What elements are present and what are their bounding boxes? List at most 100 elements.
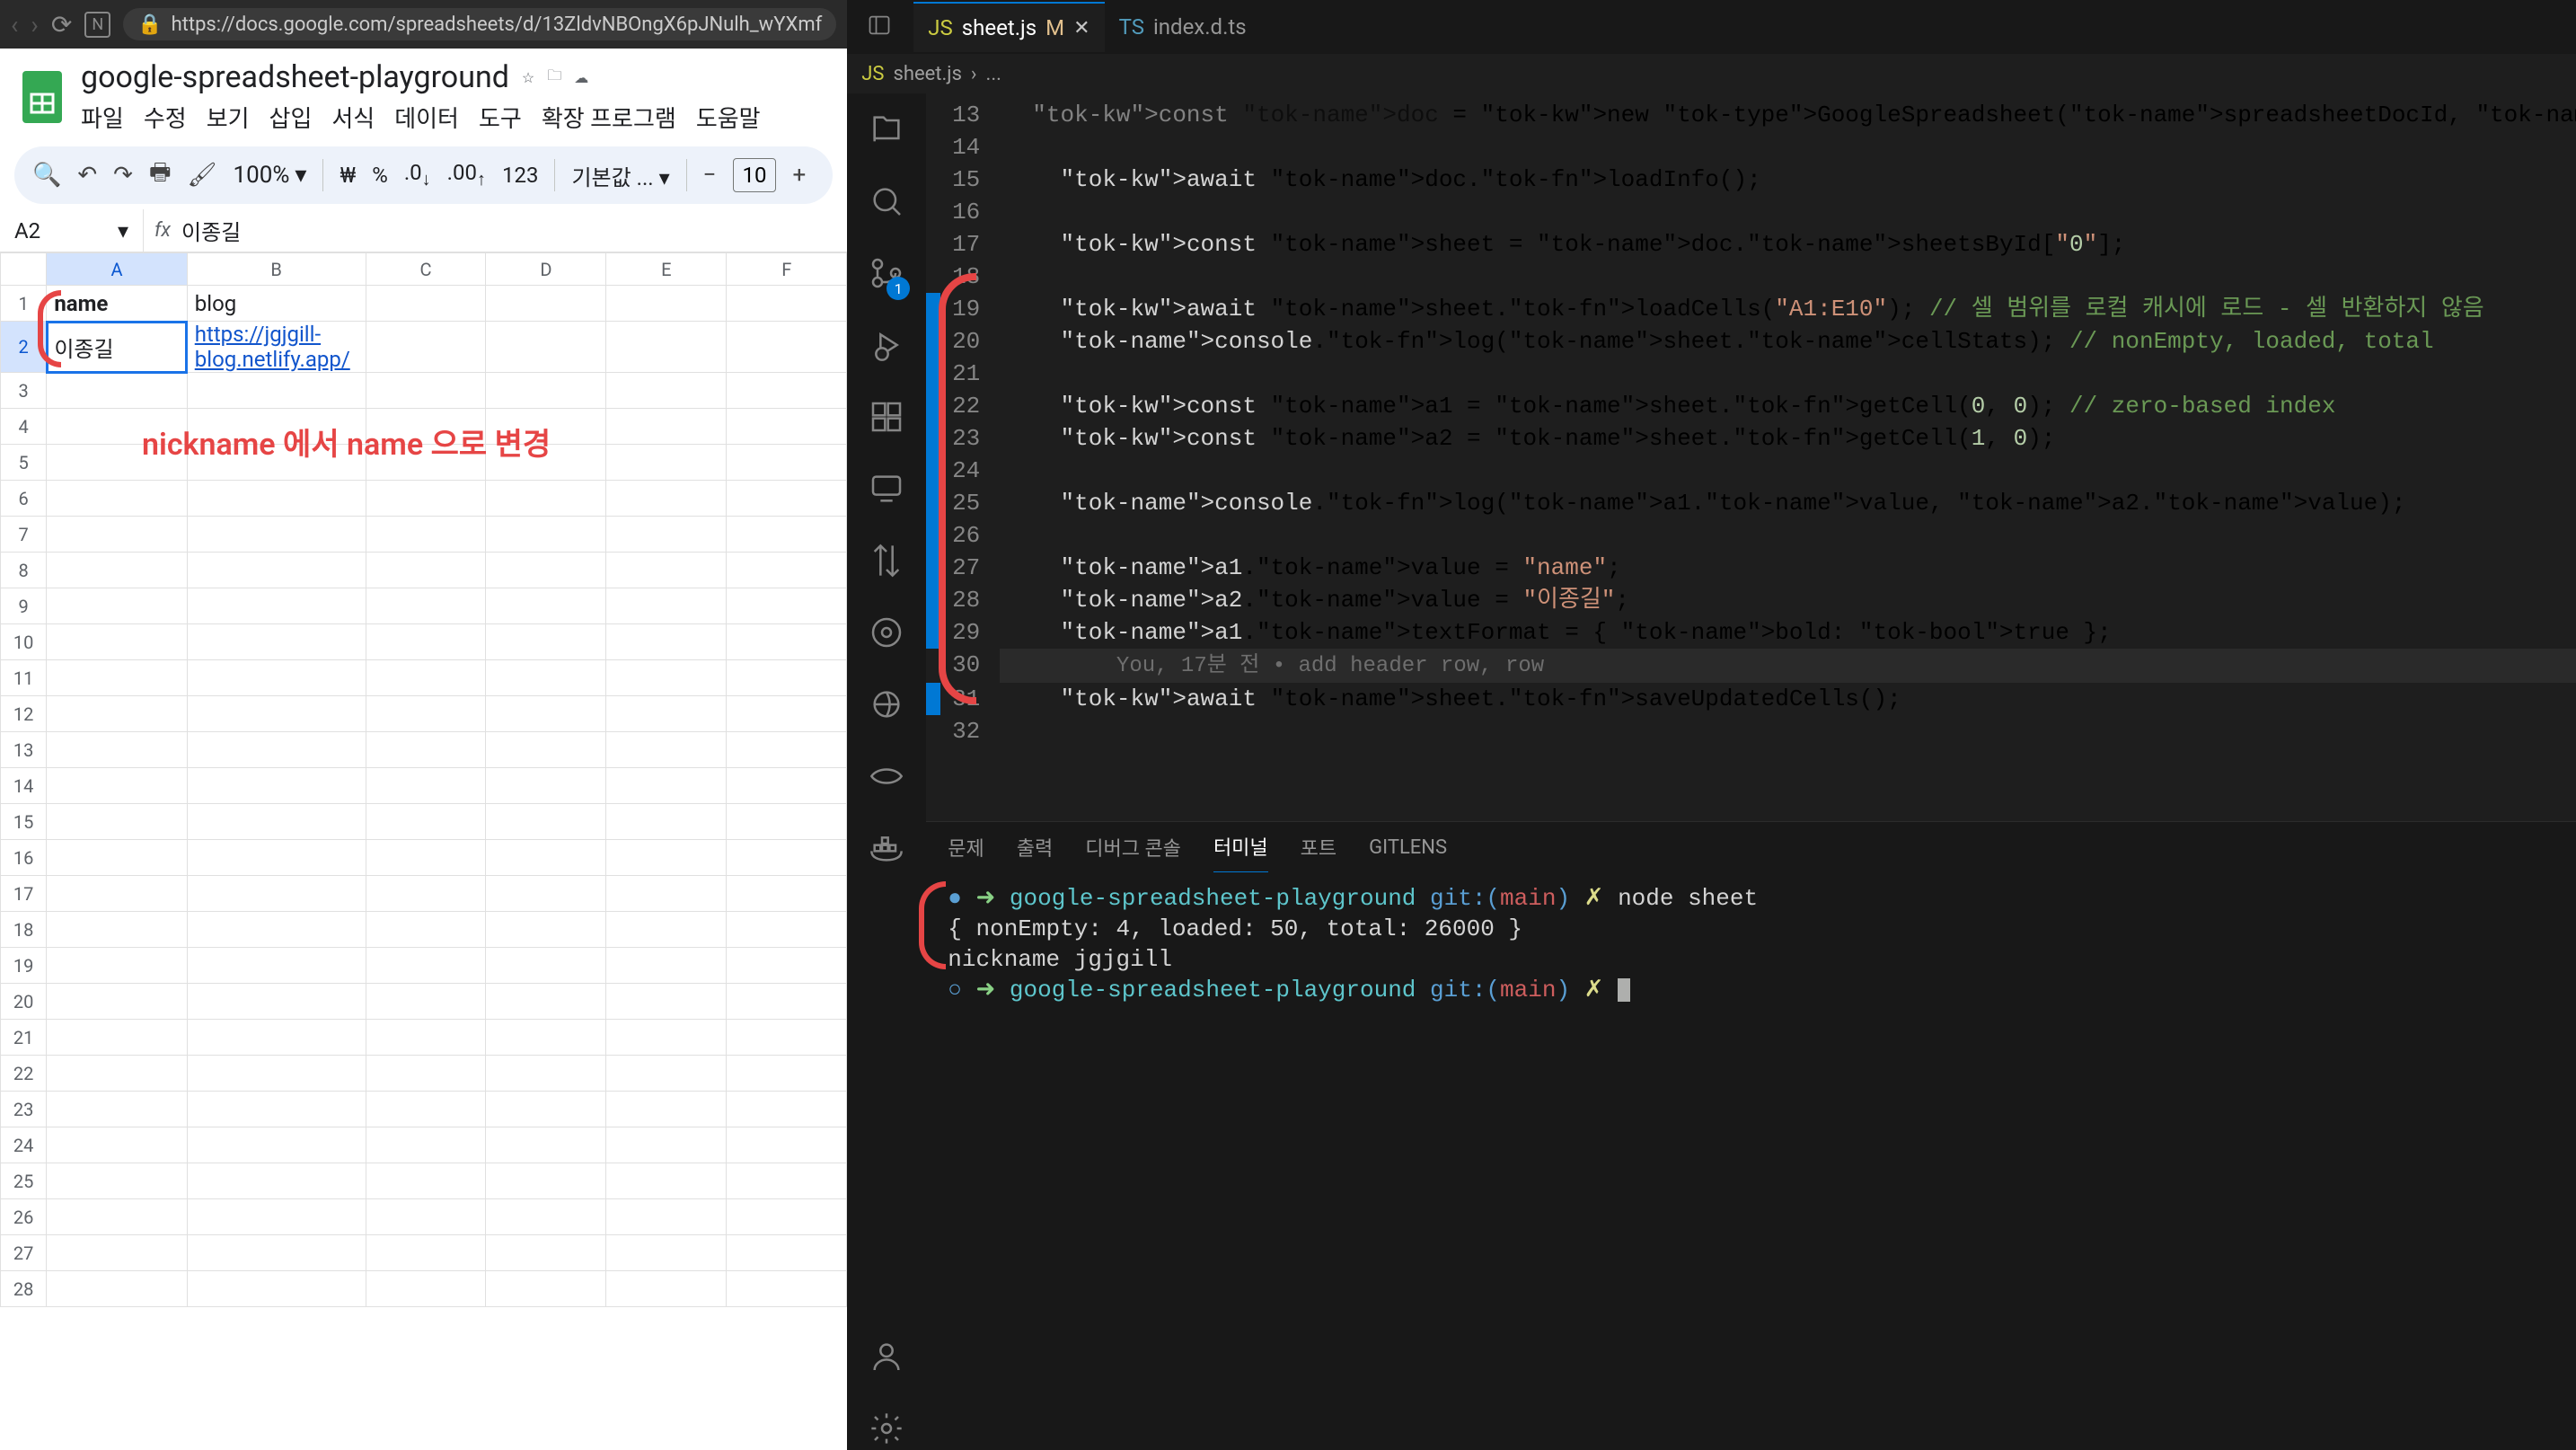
cell[interactable]	[606, 1163, 727, 1199]
cell-reference-box[interactable]: A2▾	[0, 209, 144, 252]
cell[interactable]	[606, 768, 727, 804]
cell[interactable]	[606, 948, 727, 984]
cell[interactable]	[366, 1271, 486, 1307]
cell[interactable]	[727, 409, 847, 445]
menu-item[interactable]: 파일	[81, 101, 124, 134]
cell[interactable]	[606, 1235, 727, 1271]
cell[interactable]	[606, 660, 727, 696]
search-icon[interactable]	[869, 183, 904, 223]
cell[interactable]	[47, 517, 187, 553]
cell[interactable]	[486, 1092, 606, 1127]
cell[interactable]	[606, 517, 727, 553]
row-header[interactable]: 4	[1, 409, 47, 445]
row-header[interactable]: 25	[1, 1163, 47, 1199]
cell[interactable]	[606, 696, 727, 732]
column-header[interactable]: F	[727, 253, 847, 286]
notes-icon[interactable]: N	[84, 12, 110, 38]
cell[interactable]	[47, 553, 187, 588]
remote-icon[interactable]	[869, 471, 904, 510]
column-header[interactable]: B	[187, 253, 366, 286]
cell[interactable]	[366, 732, 486, 768]
reload-icon[interactable]: ⟳	[51, 10, 72, 40]
menu-item[interactable]: 삽입	[269, 101, 313, 134]
cell[interactable]	[727, 696, 847, 732]
cell[interactable]	[187, 804, 366, 840]
row-header[interactable]: 10	[1, 624, 47, 660]
cell[interactable]	[47, 660, 187, 696]
cell[interactable]	[366, 876, 486, 912]
cell[interactable]	[727, 286, 847, 322]
breadcrumb[interactable]: JS sheet.js › ...	[847, 54, 2576, 93]
sheets-title[interactable]: google-spreadsheet-playground	[81, 59, 509, 95]
row-header[interactable]: 28	[1, 1271, 47, 1307]
menu-item[interactable]: 보기	[207, 101, 250, 134]
cell[interactable]	[727, 840, 847, 876]
row-header[interactable]: 6	[1, 481, 47, 517]
cell[interactable]	[187, 768, 366, 804]
undo-icon[interactable]: ↶	[77, 162, 97, 189]
currency-button[interactable]: ₩	[340, 163, 356, 188]
cell[interactable]	[47, 732, 187, 768]
cell[interactable]	[366, 840, 486, 876]
cell[interactable]	[47, 840, 187, 876]
cell[interactable]	[187, 1127, 366, 1163]
cell[interactable]	[187, 373, 366, 409]
cell[interactable]: https://jgjgill-blog.netlify.app/	[187, 322, 366, 373]
row-header[interactable]: 14	[1, 768, 47, 804]
cell[interactable]	[486, 481, 606, 517]
cell[interactable]	[727, 1199, 847, 1235]
row-header[interactable]: 23	[1, 1092, 47, 1127]
menu-item[interactable]: 도움말	[696, 101, 761, 134]
row-header[interactable]: 3	[1, 373, 47, 409]
row-header[interactable]: 13	[1, 732, 47, 768]
spreadsheet-grid[interactable]: ABCDEF1nameblog2이종길https://jgjgill-blog.…	[0, 252, 847, 1450]
row-header[interactable]: 5	[1, 445, 47, 481]
cell[interactable]	[366, 553, 486, 588]
cell[interactable]	[187, 1163, 366, 1199]
cell[interactable]	[486, 804, 606, 840]
cell[interactable]	[727, 588, 847, 624]
menu-item[interactable]: 도구	[479, 101, 522, 134]
cell[interactable]	[727, 1056, 847, 1092]
cell[interactable]	[486, 840, 606, 876]
row-header[interactable]: 24	[1, 1127, 47, 1163]
cell[interactable]	[366, 481, 486, 517]
cell[interactable]	[187, 876, 366, 912]
cell[interactable]	[47, 1271, 187, 1307]
column-header[interactable]: C	[366, 253, 486, 286]
cell[interactable]	[727, 1235, 847, 1271]
cell[interactable]	[486, 286, 606, 322]
cell[interactable]	[606, 732, 727, 768]
cell[interactable]	[486, 912, 606, 948]
cell[interactable]	[486, 984, 606, 1020]
cell[interactable]	[727, 322, 847, 373]
cell[interactable]	[486, 624, 606, 660]
star-icon[interactable]: ☆	[522, 69, 534, 86]
row-header[interactable]: 18	[1, 912, 47, 948]
cell[interactable]	[486, 1056, 606, 1092]
cell[interactable]	[366, 322, 486, 373]
nav-back-icon[interactable]: ‹	[11, 10, 18, 40]
cell[interactable]	[187, 553, 366, 588]
docker-icon[interactable]	[869, 830, 904, 870]
cell[interactable]	[187, 1199, 366, 1235]
cell[interactable]	[47, 1127, 187, 1163]
sidebar-toggle-icon[interactable]	[854, 5, 904, 49]
cell[interactable]	[187, 732, 366, 768]
cell[interactable]	[366, 1020, 486, 1056]
cell[interactable]	[486, 696, 606, 732]
cell[interactable]	[47, 1056, 187, 1092]
cell[interactable]	[366, 1199, 486, 1235]
paint-format-icon[interactable]: 🖌	[188, 162, 217, 189]
debug-icon[interactable]	[869, 327, 904, 367]
font-size-decrease-button[interactable]: −	[703, 162, 717, 189]
cell[interactable]	[486, 1271, 606, 1307]
column-header[interactable]: A	[47, 253, 187, 286]
cell[interactable]	[366, 1056, 486, 1092]
redo-icon[interactable]: ↷	[113, 162, 133, 189]
editor-tab[interactable]: JSsheet.jsM✕	[913, 2, 1104, 52]
cell[interactable]	[727, 1163, 847, 1199]
extensions-icon[interactable]	[869, 399, 904, 438]
cell[interactable]	[187, 1020, 366, 1056]
row-header[interactable]: 8	[1, 553, 47, 588]
